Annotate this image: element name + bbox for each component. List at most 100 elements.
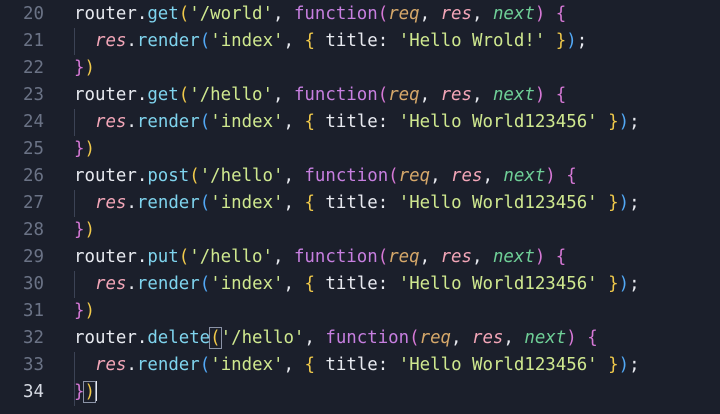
line-number: 26: [23, 166, 44, 186]
code-token: title:: [314, 112, 399, 132]
code-token: }: [74, 139, 85, 159]
code-line[interactable]: 24 res.render('index', { title: 'Hello Wo…: [0, 109, 720, 136]
code-token: req: [388, 4, 420, 24]
code-token: function: [304, 166, 389, 186]
code-text: router.put('/hello', function(req, res, …: [74, 244, 566, 271]
code-token: (: [189, 166, 200, 186]
code-token: 'Hello Wrold!': [398, 31, 546, 51]
code-token: '/hello': [189, 85, 273, 105]
code-line[interactable]: 20 router.get('/world', function(req, res…: [0, 1, 720, 28]
code-token: .: [126, 31, 137, 51]
code-line[interactable]: 34}): [0, 379, 720, 406]
code-token: function: [293, 247, 378, 267]
code-line[interactable]: 28}): [0, 217, 720, 244]
code-line[interactable]: 25}): [0, 136, 720, 163]
code-token: res: [95, 355, 127, 375]
code-token: render: [136, 274, 200, 294]
code-line[interactable]: 30 res.render('index', { title: 'Hello Wo…: [0, 271, 720, 298]
code-token: (: [388, 166, 399, 186]
code-token: {: [304, 193, 315, 213]
code-token: ): [618, 193, 630, 213]
code-token: ,: [283, 355, 305, 375]
code-line[interactable]: 27 res.render('index', { title: 'Hello Wo…: [0, 190, 720, 217]
code-line[interactable]: 26 router.post('/hello', function(req, re…: [0, 163, 720, 190]
code-token: }: [608, 112, 619, 132]
code-token: {: [587, 328, 598, 348]
code-token: (: [178, 247, 190, 267]
code-text: }): [74, 298, 95, 325]
code-token: ): [84, 301, 95, 321]
code-editor[interactable]: 20 router.get('/world', function(req, res…: [0, 0, 720, 414]
code-token: next: [492, 4, 535, 24]
code-token: function: [293, 4, 378, 24]
code-token: }: [74, 301, 85, 321]
code-token: 'index': [210, 112, 284, 132]
code-token: '/hello': [220, 328, 305, 348]
line-number: 33: [23, 355, 44, 375]
code-line[interactable]: 22}): [0, 55, 720, 82]
code-token: res: [95, 274, 127, 294]
code-token: res: [95, 112, 127, 132]
code-token: ): [618, 355, 630, 375]
code-line[interactable]: 31}): [0, 298, 720, 325]
code-token: .: [126, 112, 137, 132]
code-token: ): [534, 247, 546, 267]
code-line[interactable]: 33 res.render('index', { title: 'Hello Wo…: [0, 352, 720, 379]
code-token: ,: [283, 193, 305, 213]
code-line[interactable]: 23 router.get('/hello', function(req, res…: [0, 82, 720, 109]
matched-bracket: ): [83, 381, 97, 403]
code-token: '/hello': [189, 247, 273, 267]
text-cursor: [94, 381, 97, 401]
code-token: 'index': [210, 274, 284, 294]
code-line[interactable]: 32 router.delete('/hello', function(req, …: [0, 325, 720, 352]
code-token: next: [503, 166, 546, 186]
code-token: function: [293, 85, 378, 105]
code-token: title:: [314, 31, 399, 51]
code-token: 'Hello World123456': [398, 193, 598, 213]
code-token: render: [136, 112, 200, 132]
code-token: ,: [503, 328, 525, 348]
code-token: }: [608, 355, 619, 375]
code-token: ,: [272, 4, 294, 24]
code-token: 'Hello World123456': [398, 274, 598, 294]
code-token: function: [325, 328, 410, 348]
code-token: router: [74, 247, 137, 267]
code-token: router: [74, 85, 137, 105]
code-token: res: [451, 166, 483, 186]
code-token: {: [304, 355, 315, 375]
code-token: ): [84, 139, 95, 159]
code-token: req: [388, 247, 420, 267]
code-token: ,: [272, 247, 294, 267]
line-number: 32: [23, 328, 44, 348]
code-line[interactable]: 21 res.render('index', { title: 'Hello Wr…: [0, 28, 720, 55]
line-number: 20: [23, 4, 44, 24]
code-token: {: [304, 31, 315, 51]
code-token: 'index': [210, 193, 284, 213]
code-token: next: [524, 328, 567, 348]
code-token: put: [147, 247, 179, 267]
code-token: ,: [419, 247, 441, 267]
code-token: delete: [147, 328, 211, 348]
line-number: 28: [23, 220, 44, 240]
code-token: ,: [283, 274, 305, 294]
code-text: }): [74, 379, 97, 406]
code-line[interactable]: 29 router.put('/hello', function(req, res…: [0, 244, 720, 271]
code-token: ;: [629, 112, 640, 132]
code-token: res: [440, 4, 472, 24]
code-text: }): [74, 55, 95, 82]
code-token: .: [136, 166, 148, 186]
code-token: '/world': [189, 4, 273, 24]
code-token: .: [126, 193, 137, 213]
line-number: 30: [23, 274, 44, 294]
line-number: 23: [23, 85, 44, 105]
code-token: {: [304, 274, 315, 294]
code-token: ,: [430, 166, 452, 186]
matched-bracket: (: [209, 327, 222, 349]
code-token: router: [74, 166, 137, 186]
code-token: ,: [272, 85, 294, 105]
